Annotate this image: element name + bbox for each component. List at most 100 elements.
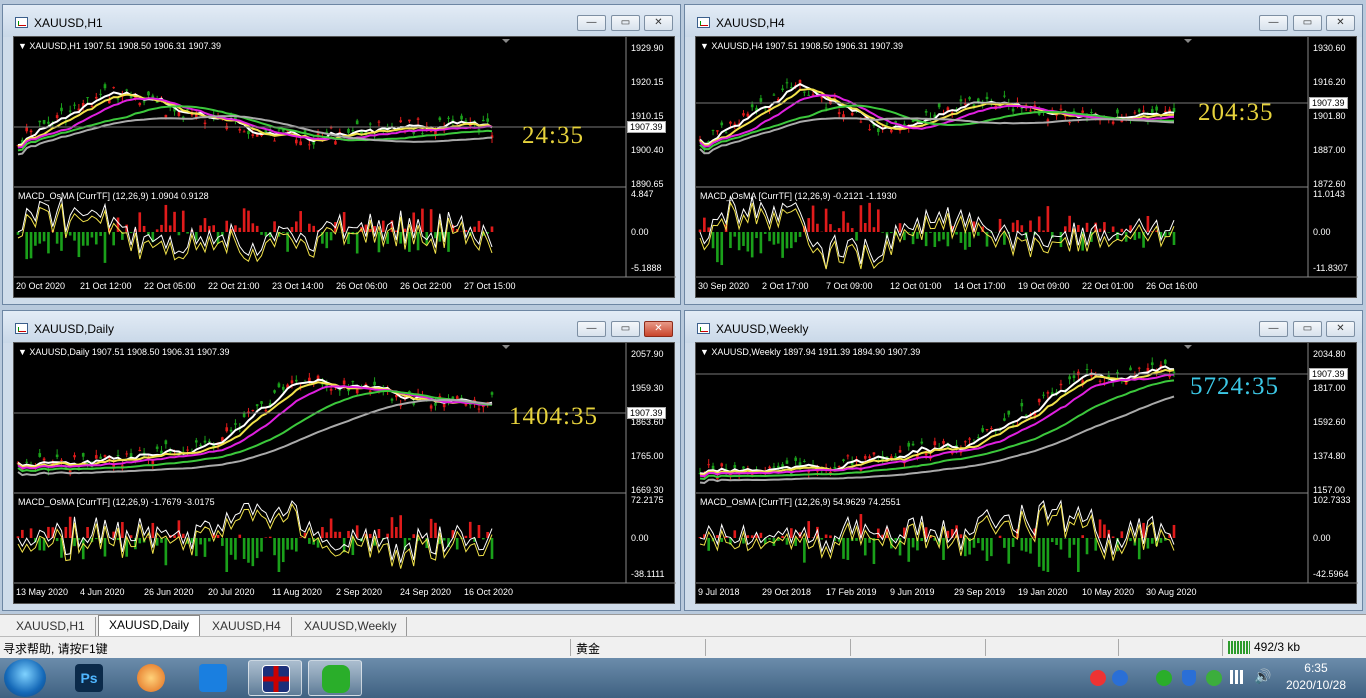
price-axis-label: 1929.90 xyxy=(631,43,664,53)
candle-body xyxy=(959,99,963,102)
current-price-badge: 1907.39 xyxy=(1309,368,1348,380)
price-axis-label: 1157.00 xyxy=(1313,485,1345,495)
tab-xauusd-h4[interactable]: XAUUSD,H4 xyxy=(202,617,292,636)
window-titlebar[interactable]: XAUUSD,H1 — ▭ ✕ xyxy=(3,5,680,37)
close-button[interactable]: ✕ xyxy=(1326,321,1355,337)
close-button[interactable]: ✕ xyxy=(644,321,673,337)
taskbar-photoshop[interactable]: Ps xyxy=(62,660,116,696)
candle-body xyxy=(399,120,402,123)
candle-body xyxy=(90,105,94,107)
candle-body xyxy=(872,452,876,455)
candle-body xyxy=(1059,108,1063,110)
status-separator xyxy=(705,639,706,656)
current-price-badge: 1907.39 xyxy=(1309,97,1348,109)
macd-histogram-bar xyxy=(308,538,311,544)
macd-histogram-bar xyxy=(829,224,832,232)
window-titlebar[interactable]: XAUUSD,Weekly — ▭ ✕ xyxy=(685,311,1362,343)
macd-histogram-bar xyxy=(464,535,468,538)
taskbar-app[interactable] xyxy=(186,660,240,696)
shift-marker-icon xyxy=(1184,345,1192,349)
volume-icon[interactable]: 🔊 xyxy=(1254,668,1271,685)
close-button[interactable]: ✕ xyxy=(644,15,673,31)
minimize-button[interactable]: — xyxy=(1259,15,1288,31)
chart-window-icon xyxy=(15,323,28,334)
system-clock[interactable]: 6:35 2020/10/28 xyxy=(1286,660,1346,694)
tray-wechat-icon[interactable] xyxy=(1156,670,1172,686)
candle-body xyxy=(25,461,29,463)
chart-window-h1[interactable]: XAUUSD,H1 — ▭ ✕ ▼ XAUUSD,H1 1907.51 1908.5… xyxy=(2,4,681,305)
candle-body xyxy=(351,381,355,383)
taskbar: Ps 🔊 6:35 2020/10/28 xyxy=(0,658,1366,698)
macd-histogram-bar xyxy=(238,534,242,538)
tray-shield-icon[interactable] xyxy=(1182,670,1196,686)
time-axis-label: 9 Jun 2019 xyxy=(890,587,935,597)
candle-body xyxy=(1020,107,1024,109)
macd-histogram-bar xyxy=(173,535,176,538)
candle-body xyxy=(273,140,276,142)
price-chart[interactable]: ▼ XAUUSD,H1 1907.51 1908.50 1906.31 1907… xyxy=(13,36,676,298)
time-axis-label: 17 Feb 2019 xyxy=(826,587,877,597)
candle-body xyxy=(1172,371,1176,373)
macd-histogram-bar xyxy=(1046,538,1050,572)
minimize-button[interactable]: — xyxy=(1259,321,1288,337)
minimize-button[interactable]: — xyxy=(577,321,606,337)
macd-histogram-bar xyxy=(1011,538,1015,547)
candle-body xyxy=(1172,108,1176,113)
candle-body xyxy=(729,121,732,124)
candle-body xyxy=(885,123,889,125)
close-button[interactable]: ✕ xyxy=(1326,15,1355,31)
window-titlebar[interactable]: XAUUSD,Daily — ▭ ✕ xyxy=(3,311,680,343)
macd-histogram-bar xyxy=(1007,538,1011,564)
chart-window-weekly[interactable]: XAUUSD,Weekly — ▭ ✕ ▼ XAUUSD,Weekly 1897.9… xyxy=(684,310,1363,611)
tray-help-icon[interactable] xyxy=(1112,670,1128,686)
macd-histogram-bar xyxy=(1111,536,1115,538)
macd-signal-line xyxy=(17,502,493,569)
time-axis-label: 29 Oct 2018 xyxy=(762,587,812,597)
network-icon[interactable] xyxy=(1230,670,1246,684)
chart-info-label: ▼ XAUUSD,H4 1907.51 1908.50 1906.31 1907… xyxy=(700,41,904,51)
window-titlebar[interactable]: XAUUSD,H4 — ▭ ✕ xyxy=(685,5,1362,37)
tab-xauusd-daily[interactable]: XAUUSD,Daily xyxy=(98,615,201,636)
macd-histogram-bar xyxy=(990,538,993,557)
taskbar-browser[interactable] xyxy=(124,660,178,696)
price-chart[interactable]: ▼ XAUUSD,H4 1907.51 1908.50 1906.31 1907… xyxy=(695,36,1358,298)
candle-body xyxy=(750,104,754,108)
macd-histogram-bar xyxy=(194,538,198,557)
macd-histogram-bar xyxy=(429,209,433,232)
wechat-icon xyxy=(322,665,350,693)
price-chart[interactable]: ▼ XAUUSD,Weekly 1897.94 1911.39 1894.90 … xyxy=(695,342,1358,604)
macd-histogram-bar xyxy=(64,526,68,538)
candle-body xyxy=(1037,398,1041,403)
price-chart[interactable]: ▼ XAUUSD,Daily 1907.51 1908.50 1906.31 1… xyxy=(13,342,676,604)
maximize-button[interactable]: ▭ xyxy=(1293,15,1322,31)
macd-histogram-bar xyxy=(716,232,719,263)
macd-histogram-bar xyxy=(855,538,858,541)
tab-xauusd-weekly[interactable]: XAUUSD,Weekly xyxy=(294,617,408,636)
candle-body xyxy=(60,107,63,112)
candle-body xyxy=(390,398,394,401)
macd-histogram-bar xyxy=(750,535,754,538)
macd-histogram-bar xyxy=(251,223,255,232)
maximize-button[interactable]: ▭ xyxy=(1293,321,1322,337)
maximize-button[interactable]: ▭ xyxy=(611,321,640,337)
tray-security-icon[interactable] xyxy=(1206,670,1222,686)
taskbar-wechat[interactable] xyxy=(308,660,362,696)
candle-body xyxy=(1003,95,1006,97)
maximize-button[interactable]: ▭ xyxy=(611,15,640,31)
desktop: XAUUSD,H1 — ▭ ✕ ▼ XAUUSD,H1 1907.51 1908.5… xyxy=(0,0,1366,698)
candle-body xyxy=(208,440,211,443)
candle-body xyxy=(924,111,928,113)
chart-window-daily[interactable]: XAUUSD,Daily — ▭ ✕ ▼ XAUUSD,Daily 1907.51 … xyxy=(2,310,681,611)
candle-body xyxy=(103,455,107,457)
macd-histogram-bar xyxy=(334,531,337,538)
candle-countdown-timer: 204:35 xyxy=(1198,99,1274,126)
minimize-button[interactable]: — xyxy=(577,15,606,31)
macd-histogram-bar xyxy=(160,224,163,232)
chart-window-h4[interactable]: XAUUSD,H4 — ▭ ✕ ▼ XAUUSD,H4 1907.51 1908.5… xyxy=(684,4,1363,305)
tray-sogou-icon[interactable] xyxy=(1090,670,1106,686)
macd-histogram-bar xyxy=(408,538,411,541)
moving-average-line xyxy=(17,97,493,149)
taskbar-metatrader[interactable] xyxy=(248,660,302,696)
start-button[interactable] xyxy=(4,659,46,697)
tab-xauusd-h1[interactable]: XAUUSD,H1 xyxy=(6,617,96,636)
